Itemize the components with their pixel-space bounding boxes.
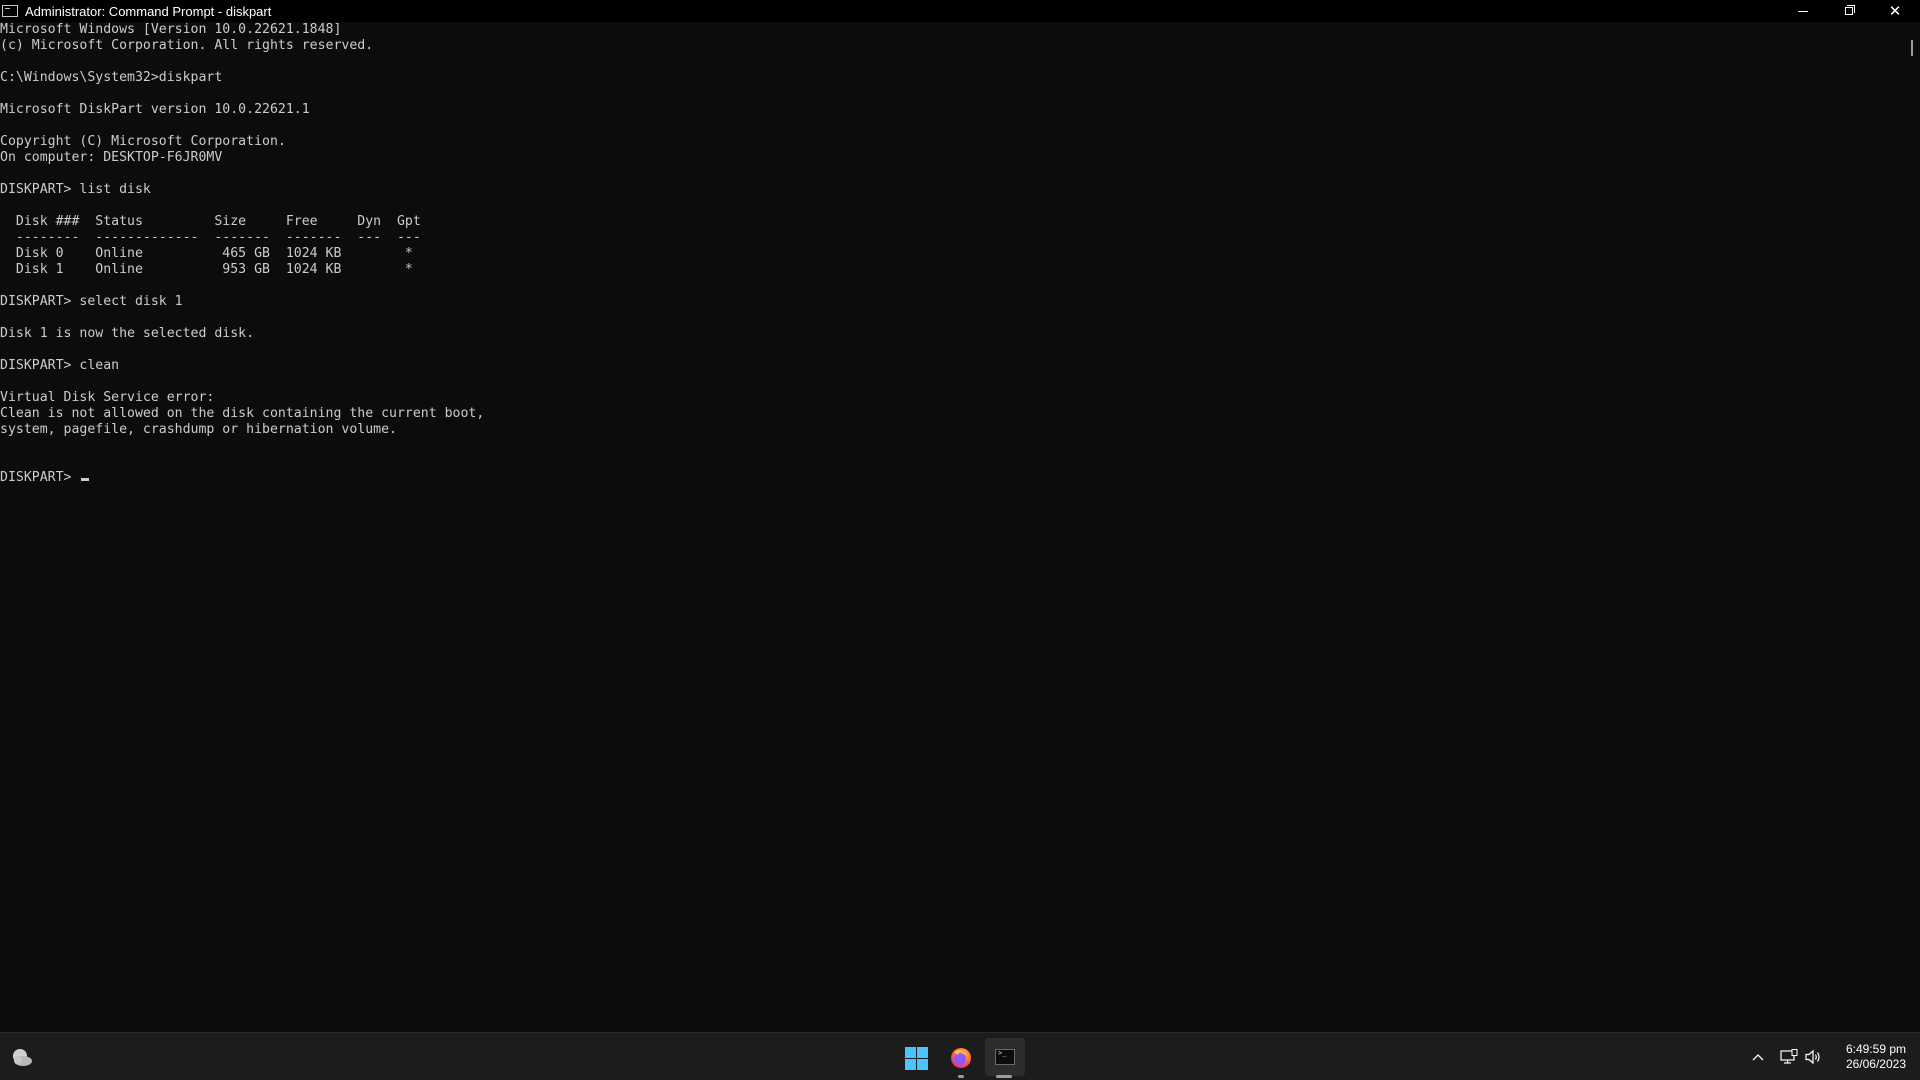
volume-button[interactable]	[1802, 1047, 1824, 1067]
console-output[interactable]: Microsoft Windows [Version 10.0.22621.18…	[0, 22, 1900, 1030]
console-line: Disk 0 Online 465 GB 1024 KB *	[0, 246, 413, 261]
clock-date: 26/06/2023	[1845, 1057, 1906, 1071]
console-line: (c) Microsoft Corporation. All rights re…	[0, 38, 374, 53]
chevron-up-icon	[1752, 1054, 1764, 1061]
clock-button[interactable]: 6:49:59 pm 26/06/2023	[1832, 1042, 1906, 1072]
console-line: Microsoft DiskPart version 10.0.22621.1	[0, 102, 310, 117]
title-bar[interactable]: Administrator: Command Prompt - diskpart…	[0, 0, 1920, 22]
console-line: Microsoft Windows [Version 10.0.22621.18…	[0, 22, 342, 37]
command-prompt-window: Administrator: Command Prompt - diskpart…	[0, 0, 1920, 1032]
command-prompt-icon	[995, 1049, 1015, 1065]
firefox-running-indicator	[958, 1075, 964, 1078]
console-prompt-line[interactable]: DISKPART>	[0, 470, 1900, 486]
console-line: On computer: DESKTOP-F6JR0MV	[0, 150, 223, 165]
windows-start-icon	[904, 1046, 928, 1070]
minimize-button[interactable]	[1780, 0, 1826, 22]
show-hidden-icons-button[interactable]	[1750, 1047, 1766, 1067]
console-line: Disk 1 is now the selected disk.	[0, 326, 255, 341]
console-line: -------- ------------- ------- ------- -…	[0, 230, 421, 245]
close-button[interactable]: ✕	[1872, 0, 1918, 22]
console-line: system, pagefile, crashdump or hibernati…	[0, 422, 397, 437]
taskbar: 6:49:59 pm 26/06/2023	[0, 1032, 1920, 1080]
command-prompt-taskbar-button[interactable]	[985, 1038, 1025, 1076]
minimize-icon	[1798, 10, 1808, 12]
weather-icon	[13, 1049, 32, 1066]
clock-time: 6:49:59 pm	[1845, 1042, 1906, 1056]
scrollbar[interactable]	[1906, 22, 1920, 1030]
scrollbar-thumb[interactable]	[1911, 40, 1913, 56]
network-icon	[1780, 1049, 1798, 1064]
window-title: Administrator: Command Prompt - diskpart	[25, 3, 272, 19]
restore-button[interactable]	[1826, 0, 1872, 22]
text-cursor	[81, 478, 90, 481]
console-line: DISKPART> list disk	[0, 182, 151, 197]
console-line: C:\Windows\System32>diskpart	[0, 70, 223, 85]
console-line: Copyright (C) Microsoft Corporation.	[0, 134, 286, 149]
console-line: DISKPART> select disk 1	[0, 294, 183, 309]
console-line: Disk 1 Online 953 GB 1024 KB *	[0, 262, 413, 277]
console-line: Disk ### Status Size Free Dyn Gpt	[0, 214, 421, 229]
console-prompt: DISKPART>	[0, 470, 80, 485]
restore-icon	[1845, 5, 1855, 15]
firefox-icon	[951, 1048, 971, 1068]
close-icon: ✕	[1888, 1, 1902, 20]
network-button[interactable]	[1778, 1047, 1800, 1067]
firefox-taskbar-button[interactable]	[942, 1041, 980, 1075]
weather-widget-button[interactable]	[10, 1045, 34, 1069]
console-line: DISKPART> clean	[0, 358, 120, 373]
command-prompt-icon	[2, 5, 18, 17]
console-line: Clean is not allowed on the disk contain…	[0, 406, 485, 421]
command-prompt-active-indicator	[996, 1075, 1012, 1078]
volume-icon	[1805, 1049, 1820, 1065]
start-button[interactable]	[898, 1041, 934, 1075]
console-line: Virtual Disk Service error:	[0, 390, 215, 405]
